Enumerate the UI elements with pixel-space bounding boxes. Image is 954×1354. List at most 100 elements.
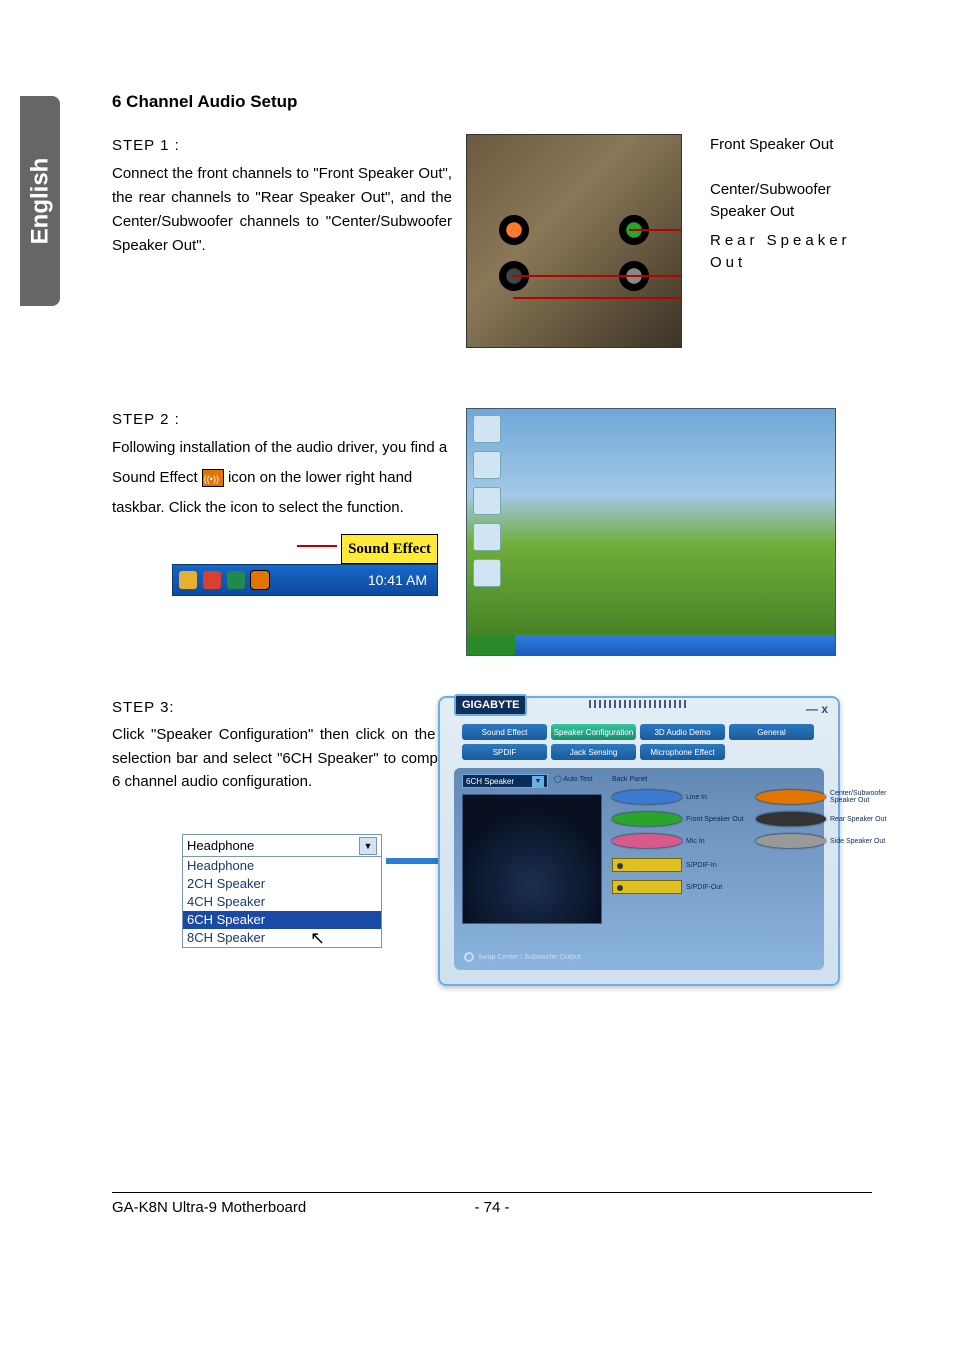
- step-1-label: STEP 1 :: [112, 134, 452, 158]
- leader-rear: [513, 297, 682, 299]
- dropdown-option[interactable]: 4CH Speaker: [183, 893, 381, 911]
- tab-sound-effect[interactable]: Sound Effect: [462, 724, 547, 740]
- panel-body: 6CH Speaker ▼ ◯ Auto Test Back Panel Lin…: [454, 768, 824, 970]
- sound-effect-callout: Sound Effect: [341, 534, 438, 564]
- tray-icon-2[interactable]: [203, 571, 221, 589]
- step-3-label: STEP 3:: [112, 696, 462, 719]
- jack-center-sub: [499, 215, 529, 245]
- language-tab: English: [20, 96, 60, 306]
- step-2-b-post: icon on the lower right hand: [228, 469, 412, 486]
- port-row: S/PDIF-In: [612, 858, 816, 872]
- step-2-b-pre: Sound Effect: [112, 469, 202, 486]
- panel-tabs: Sound Effect Speaker Configuration 3D Au…: [462, 724, 816, 760]
- step-3: STEP 3: Click "Speaker Configuration" th…: [112, 696, 872, 793]
- step-2-line-c: taskbar. Click the icon to select the fu…: [112, 496, 452, 520]
- channel-select-value: 6CH Speaker: [466, 777, 514, 786]
- footer-page: - 74 -: [474, 1199, 509, 1216]
- callout-leader: [297, 545, 337, 547]
- back-panel-photo: [466, 134, 682, 348]
- step-3-body: Click "Speaker Configuration" then click…: [112, 726, 462, 790]
- tab-microphone[interactable]: Microphone Effect: [640, 744, 725, 760]
- sound-effect-icon: [202, 469, 224, 487]
- dropdown-selected[interactable]: Headphone ▼: [183, 835, 381, 857]
- tab-spdif[interactable]: SPDIF: [462, 744, 547, 760]
- desktop-icon[interactable]: [473, 523, 501, 551]
- port-front-spk: Front Speaker Out: [686, 816, 756, 823]
- cursor-icon: ↖: [310, 928, 325, 949]
- leader-center: [513, 275, 682, 277]
- channel-select[interactable]: 6CH Speaker ▼: [462, 774, 548, 788]
- chevron-down-icon[interactable]: ▼: [359, 837, 377, 855]
- port-center-sub-icon[interactable]: [756, 790, 826, 804]
- port-front-spk-icon[interactable]: [612, 812, 682, 826]
- tab-speaker-config[interactable]: Speaker Configuration: [551, 724, 636, 740]
- step-1-figure: [466, 134, 682, 348]
- dropdown-option[interactable]: 2CH Speaker: [183, 875, 381, 893]
- tray-clock: 10:41 AM: [368, 569, 431, 591]
- port-spdif-in-icon[interactable]: [612, 858, 682, 872]
- speaker-dropdown[interactable]: Headphone ▼ Headphone 2CH Speaker 4CH Sp…: [182, 834, 382, 948]
- page-title: 6 Channel Audio Setup: [112, 92, 872, 112]
- swap-label: Swap Center / Subwoofer Output: [478, 954, 581, 961]
- port-row: Line In Center/Subwoofer Speaker Out: [612, 790, 816, 804]
- desktop-taskbar[interactable]: [467, 635, 835, 655]
- audio-config-panel[interactable]: GIGABYTE — x Sound Effect Speaker Config…: [438, 696, 840, 986]
- system-tray[interactable]: 10:41 AM: [172, 564, 438, 596]
- step-2-line-a: Following installation of the audio driv…: [112, 436, 452, 460]
- tab-jack-sensing[interactable]: Jack Sensing: [551, 744, 636, 760]
- desktop-icon[interactable]: [473, 487, 501, 515]
- step-2: STEP 2 : Following installation of the a…: [112, 408, 872, 656]
- panel-logo: GIGABYTE: [454, 694, 527, 716]
- auto-test-button[interactable]: ◯ Auto Test: [554, 775, 592, 783]
- desktop-icon[interactable]: [473, 415, 501, 443]
- port-center-sub: Center/Subwoofer Speaker Out: [830, 790, 900, 804]
- dropdown-selected-text: Headphone: [187, 835, 254, 857]
- swap-center-sub[interactable]: Swap Center / Subwoofer Output: [464, 952, 581, 962]
- footer-model: GA-K8N Ultra-9 Motherboard: [112, 1199, 306, 1216]
- step-2-label: STEP 2 :: [112, 408, 452, 432]
- port-rear-spk-icon[interactable]: [756, 812, 826, 826]
- chevron-down-icon[interactable]: ▼: [532, 776, 544, 788]
- desktop-screenshot: [466, 408, 836, 656]
- tray-icon-3[interactable]: [227, 571, 245, 589]
- port-mic-in: Mic In: [686, 838, 756, 845]
- port-list: Line In Center/Subwoofer Speaker Out Fro…: [612, 790, 816, 902]
- radio-icon[interactable]: [464, 952, 474, 962]
- desktop-icon[interactable]: [473, 559, 501, 587]
- tray-sound-effect-icon[interactable]: [251, 571, 269, 589]
- dropdown-option-highlighted[interactable]: 6CH Speaker: [183, 911, 381, 929]
- page-footer: GA-K8N Ultra-9 Motherboard - 74 -: [112, 1192, 872, 1216]
- label-center-sub: Center/Subwoofer Speaker Out: [710, 179, 872, 224]
- label-front-speaker: Front Speaker Out: [710, 134, 872, 157]
- port-mic-in-icon[interactable]: [612, 834, 682, 848]
- start-button[interactable]: [467, 635, 515, 655]
- desktop-icons: [473, 415, 509, 595]
- port-line-in: Line In: [686, 794, 756, 801]
- tray-icon-1[interactable]: [179, 571, 197, 589]
- jack-labels: Front Speaker Out Center/Subwoofer Speak…: [696, 134, 872, 281]
- dropdown-option[interactable]: 8CH Speaker: [183, 929, 381, 947]
- port-row: Front Speaker Out Rear Speaker Out: [612, 812, 816, 826]
- port-spdif-out: S/PDIF-Out: [686, 884, 816, 891]
- port-side-spk-icon[interactable]: [756, 834, 826, 848]
- port-spdif-out-icon[interactable]: [612, 880, 682, 894]
- speaker-preview-image: [462, 794, 602, 924]
- taskbar-figure: Sound Effect 10:41 AM: [172, 534, 438, 596]
- tab-3d-audio[interactable]: 3D Audio Demo: [640, 724, 725, 740]
- port-side-spk: Side Speaker Out: [830, 838, 900, 845]
- step-1-text: STEP 1 : Connect the front channels to "…: [112, 134, 452, 258]
- dropdown-option[interactable]: Headphone: [183, 857, 381, 875]
- port-row: Mic In Side Speaker Out: [612, 834, 816, 848]
- port-line-in-icon[interactable]: [612, 790, 682, 804]
- port-spdif-in: S/PDIF-In: [686, 862, 816, 869]
- label-rear-speaker: Rear Speaker Out: [710, 230, 872, 275]
- tab-general[interactable]: General: [729, 724, 814, 740]
- panel-close-button[interactable]: — x: [806, 702, 828, 716]
- desktop-icon[interactable]: [473, 451, 501, 479]
- step-1-body: Connect the front channels to "Front Spe…: [112, 165, 452, 254]
- back-panel-label: Back Panel: [612, 776, 647, 783]
- step-3-text: STEP 3: Click "Speaker Configuration" th…: [112, 696, 462, 793]
- port-row: S/PDIF-Out: [612, 880, 816, 894]
- panel-grip[interactable]: [589, 700, 689, 708]
- page-content: 6 Channel Audio Setup STEP 1 : Connect t…: [112, 92, 872, 793]
